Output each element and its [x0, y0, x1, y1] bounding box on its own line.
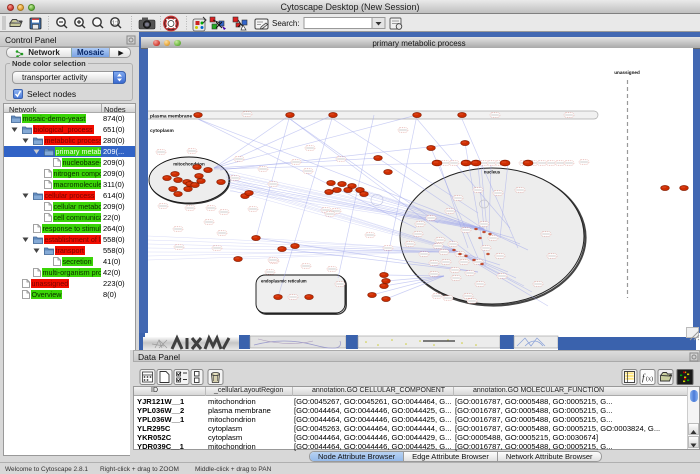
svg-text:endoplasmic reticulum: endoplasmic reticulum: [261, 279, 307, 284]
svg-text:cytoplasm: cytoplasm: [150, 128, 174, 134]
svg-text:Search:: Search:: [272, 19, 300, 28]
svg-text:plasma membrane: plasma membrane: [150, 114, 192, 120]
svg-text:1:1: 1:1: [112, 21, 119, 27]
svg-text:unassigned: unassigned: [614, 70, 640, 75]
svg-text:(x): (x): [646, 376, 653, 383]
svg-text:nucleus: nucleus: [484, 170, 501, 175]
